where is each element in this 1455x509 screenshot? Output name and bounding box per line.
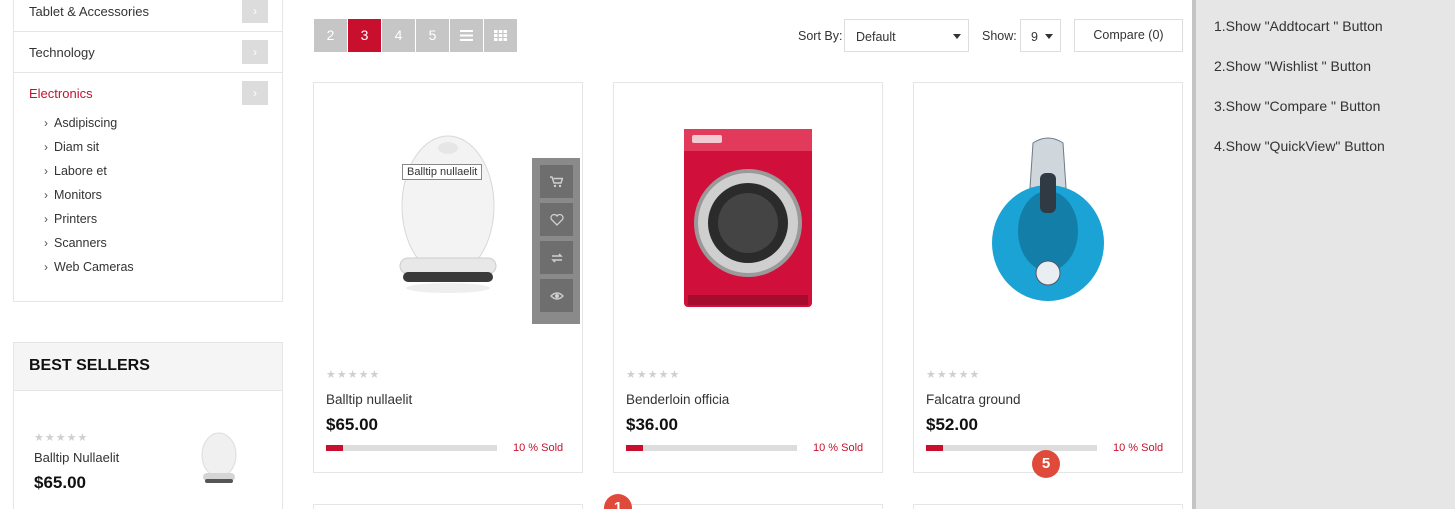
subcategory-label: Diam sit (54, 140, 100, 154)
show-value: 9 (1031, 30, 1038, 44)
rating-stars: ★★★★★ (626, 369, 681, 381)
show-count-select[interactable]: 9 (1020, 19, 1061, 52)
sold-progress-bar (326, 445, 497, 451)
sold-progress-fill (926, 445, 944, 451)
chevron-right-icon: › (44, 164, 48, 178)
best-sellers-title: BEST SELLERS (14, 343, 282, 391)
category-label: Tablet & Accessories (29, 4, 149, 19)
rating-stars: ★★★★★ (326, 369, 381, 381)
category-item-tablet[interactable]: Tablet & Accessories › (14, 0, 282, 32)
page-button-4[interactable]: 4 (382, 19, 415, 52)
sold-progress-bar (926, 445, 1097, 451)
category-label: Electronics (29, 86, 93, 101)
add-to-cart-icon[interactable] (540, 165, 573, 198)
subcategory-label: Scanners (54, 236, 107, 250)
quickview-eye-icon[interactable] (540, 279, 573, 312)
category-label: Technology (29, 45, 95, 60)
product-card[interactable] (613, 504, 883, 509)
page-button-5[interactable]: 5 (416, 19, 449, 52)
subcategory-item[interactable]: › Asdipiscing (44, 116, 244, 140)
sort-select[interactable]: Default (844, 19, 969, 52)
chevron-right-icon: › (44, 260, 48, 274)
category-item-electronics[interactable]: Electronics › (14, 73, 282, 114)
product-image-washing-machine[interactable] (614, 93, 882, 343)
sold-progress-bar (626, 445, 797, 451)
best-sellers-panel: BEST SELLERS ★★★★★ Balltip Nullaelit $65… (13, 342, 283, 509)
chevron-right-icon: › (44, 188, 48, 202)
number-badge: 5 (1032, 450, 1060, 478)
subcategory-label: Asdipiscing (54, 116, 118, 130)
chevron-right-icon: › (44, 116, 48, 130)
sold-text: 10 % Sold (813, 442, 864, 454)
product-name[interactable]: Falcatra ground (926, 392, 1021, 407)
rating-stars: ★★★★★ (926, 369, 981, 381)
sold-progress-fill (626, 445, 644, 451)
caret-down-icon (1045, 34, 1053, 39)
product-card[interactable]: ★★★★★ Benderloin officia $36.00 10 % Sol… (613, 82, 883, 473)
chevron-right-icon: › (44, 236, 48, 250)
product-name[interactable]: Balltip nullaelit (326, 392, 412, 407)
sold-text: 10 % Sold (1113, 442, 1164, 454)
sort-label: Sort By: (798, 29, 843, 43)
product-action-bar (532, 158, 580, 324)
subcategory-item[interactable]: › Printers (44, 212, 244, 236)
chevron-right-icon[interactable]: › (242, 81, 268, 105)
product-card[interactable]: ★★★★★ Falcatra ground $52.00 10 % Sold (913, 82, 1183, 473)
product-image-vacuum-cleaner[interactable] (914, 93, 1182, 343)
product-name[interactable]: Benderloin officia (626, 392, 729, 407)
list-view-icon[interactable] (450, 19, 483, 52)
subcategory-item[interactable]: › Diam sit (44, 140, 244, 164)
pagination: 2 3 4 5 (314, 19, 518, 52)
sort-value: Default (856, 30, 896, 44)
option-addtocart: 1.Show "Addtocart " Button (1214, 18, 1383, 34)
subcategory-item[interactable]: › Monitors (44, 188, 244, 212)
subcategory-label: Labore et (54, 164, 107, 178)
subcategory-label: Printers (54, 212, 98, 226)
subcategory-label: Monitors (54, 188, 102, 202)
product-thumbnail-speaker[interactable] (199, 429, 239, 489)
product-card[interactable] (913, 504, 1183, 509)
subcategory-item[interactable]: › Web Cameras (44, 260, 244, 284)
chevron-right-icon: › (44, 212, 48, 226)
product-price: $65.00 (326, 415, 378, 434)
option-compare: 3.Show "Compare " Button (1214, 98, 1381, 114)
compare-button[interactable]: Compare (0) (1074, 19, 1183, 52)
chevron-right-icon[interactable]: › (242, 0, 268, 23)
option-quickview: 4.Show "QuickView" Button (1214, 138, 1385, 154)
subcategory-item[interactable]: › Labore et (44, 164, 244, 188)
subcategory-item[interactable]: › Scanners (44, 236, 244, 260)
caret-down-icon (953, 34, 961, 39)
page-button-2[interactable]: 2 (314, 19, 347, 52)
number-badge: 1 (604, 494, 632, 509)
page-button-3-active[interactable]: 3 (348, 19, 381, 52)
product-card[interactable]: Balltip nullaelit ★★★★★ Balltip nullaeli… (313, 82, 583, 473)
product-price: $52.00 (926, 415, 978, 434)
chevron-right-icon[interactable]: › (242, 40, 268, 64)
sold-text: 10 % Sold (513, 442, 564, 454)
sold-progress-fill (326, 445, 344, 451)
product-price: $36.00 (626, 415, 678, 434)
wishlist-heart-icon[interactable] (540, 203, 573, 236)
category-menu: Tablet & Accessories › Technology › Elec… (13, 0, 283, 302)
best-seller-price: $65.00 (34, 473, 86, 492)
subcategory-label: Web Cameras (54, 260, 134, 274)
chevron-right-icon: › (44, 140, 48, 154)
product-card[interactable] (313, 504, 583, 509)
rating-stars: ★★★★★ (34, 432, 89, 444)
product-tooltip: Balltip nullaelit (402, 164, 483, 180)
best-seller-name[interactable]: Balltip Nullaelit (34, 450, 119, 465)
show-label: Show: (982, 29, 1017, 43)
category-item-technology[interactable]: Technology › (14, 32, 282, 73)
option-wishlist: 2.Show "Wishlist " Button (1214, 58, 1372, 74)
options-panel: 1.Show "Addtocart " Button 2.Show "Wishl… (1192, 0, 1455, 509)
grid-view-icon[interactable] (484, 19, 517, 52)
compare-arrows-icon[interactable] (540, 241, 573, 274)
